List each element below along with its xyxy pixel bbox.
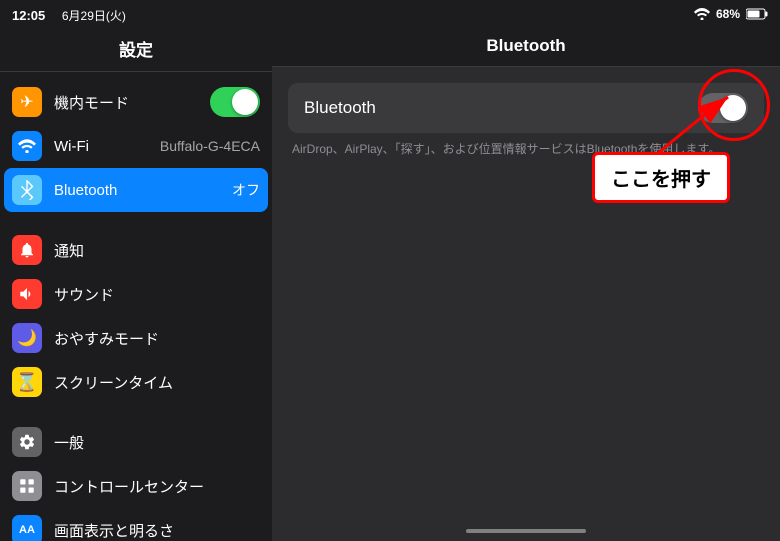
wifi-value: Buffalo-G-4ECA [160, 138, 260, 154]
donotdisturb-icon: 🌙 [12, 323, 42, 353]
sidebar-title: 設定 [0, 28, 272, 72]
notification-label: 通知 [54, 240, 260, 261]
sound-icon [12, 279, 42, 309]
sound-label: サウンド [54, 284, 260, 305]
bluetooth-toggle[interactable] [698, 93, 748, 123]
bluetooth-setting-row: Bluetooth [288, 83, 764, 133]
wifi-icon [694, 8, 710, 20]
display-label: 画面表示と明るさ [54, 520, 260, 541]
screentime-label: スクリーンタイム [54, 372, 260, 393]
controlcenter-label: コントロールセンター [54, 476, 260, 497]
status-time: 12:05 6月29日(火) [12, 5, 694, 24]
bluetooth-setting-label: Bluetooth [304, 98, 698, 118]
content-body: Bluetooth AirDrop、AirPlay、「探す」、および位置情報サー… [272, 67, 780, 521]
sidebar-item-display[interactable]: AA 画面表示と明るさ [0, 508, 272, 541]
content-title: Bluetooth [272, 28, 780, 67]
airplane-label: 機内モード [54, 92, 198, 113]
sidebar-item-controlcenter[interactable]: コントロールセンター [0, 464, 272, 508]
home-indicator [272, 521, 780, 541]
callout-text: ここを押す [611, 169, 711, 191]
sidebar-item-donotdisturb[interactable]: 🌙 おやすみモード [0, 316, 272, 360]
sidebar-item-screentime[interactable]: ⌛ スクリーンタイム [0, 360, 272, 404]
airplane-icon: ✈ [12, 87, 42, 117]
status-right: 68% [694, 7, 768, 21]
wifi-setting-icon [12, 131, 42, 161]
donotdisturb-label: おやすみモード [54, 328, 260, 349]
battery-level: 68% [716, 7, 740, 21]
home-bar [466, 529, 586, 533]
sidebar-group-1: ✈ 機内モード Wi-Fi Buffalo-G-4ECA [0, 80, 272, 212]
annotation-overlay: ここを押す [272, 67, 780, 521]
sidebar-item-notification[interactable]: 通知 [0, 228, 272, 272]
general-icon [12, 427, 42, 457]
wifi-label: Wi-Fi [54, 138, 148, 155]
annotation-callout: ここを押す [592, 152, 730, 203]
bluetooth-label: Bluetooth [54, 182, 220, 199]
bluetooth-toggle-thumb [720, 95, 746, 121]
display-icon: AA [12, 515, 42, 541]
sidebar-item-wifi[interactable]: Wi-Fi Buffalo-G-4ECA [0, 124, 272, 168]
bluetooth-description: AirDrop、AirPlay、「探す」、および位置情報サービスはBluetoo… [288, 141, 764, 158]
sidebar-item-sound[interactable]: サウンド [0, 272, 272, 316]
controlcenter-icon [12, 471, 42, 501]
general-label: 一般 [54, 432, 260, 453]
airplane-toggle[interactable] [210, 87, 260, 117]
sidebar-group-3: 一般 コントロールセンター AA 画面表示と明るさ ホーム画面とDock [0, 420, 272, 541]
sidebar-item-bluetooth[interactable]: Bluetooth オフ [4, 168, 268, 212]
sidebar-group-2: 通知 サウンド 🌙 おやすみモード ⌛ スクリーンタイム [0, 228, 272, 404]
sidebar: 設定 ✈ 機内モード Wi-Fi [0, 28, 272, 541]
sidebar-item-general[interactable]: 一般 [0, 420, 272, 464]
bluetooth-icon [12, 175, 42, 205]
notification-icon [12, 235, 42, 265]
status-bar: 12:05 6月29日(火) 68% [0, 0, 780, 28]
bluetooth-value: オフ [232, 180, 260, 200]
content-area: Bluetooth Bluetooth AirDrop、AirPlay、「探す」… [272, 28, 780, 541]
screentime-icon: ⌛ [12, 367, 42, 397]
battery-icon [746, 8, 768, 20]
sidebar-item-airplane[interactable]: ✈ 機内モード [0, 80, 272, 124]
